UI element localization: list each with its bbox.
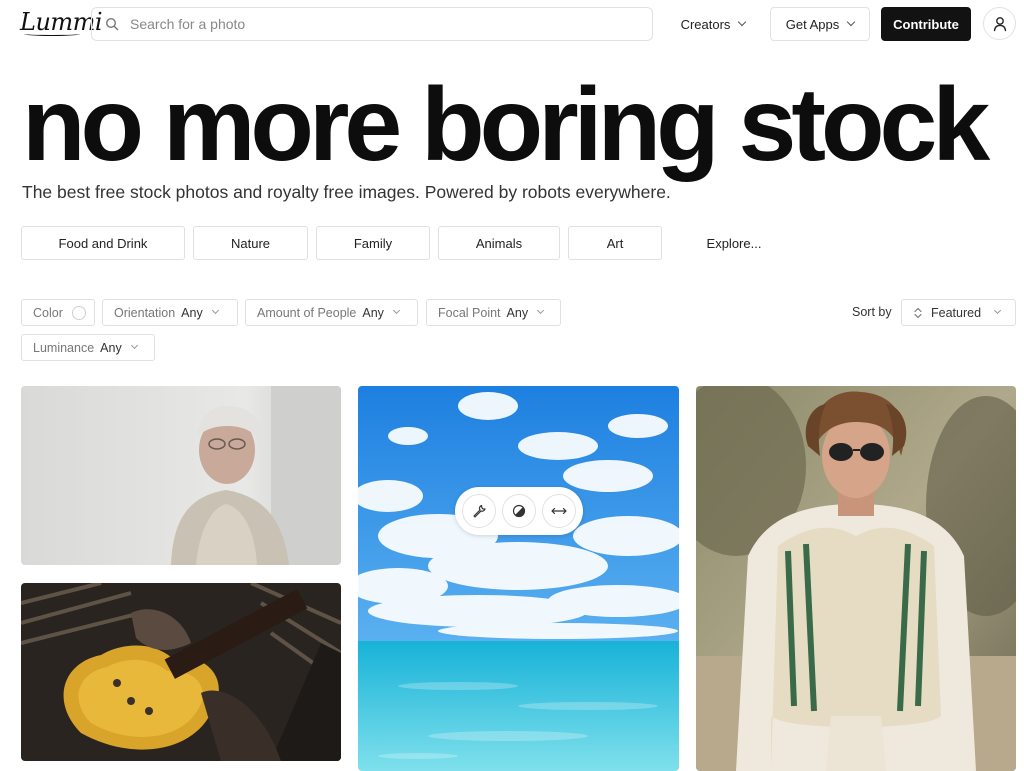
sort-by-label: Sort by	[852, 305, 892, 319]
photo-guitar	[21, 583, 341, 761]
adjust-tool-button[interactable]	[502, 494, 536, 528]
resize-tool-button[interactable]	[542, 494, 576, 528]
category-food-and-drink[interactable]: Food and Drink	[21, 226, 185, 260]
creators-dropdown[interactable]: Creators	[668, 7, 758, 41]
wrench-icon	[473, 504, 486, 518]
color-filter-label: Color	[33, 305, 63, 320]
luminance-label: Luminance	[33, 340, 95, 355]
hero-subtitle: The best free stock photos and royalty f…	[22, 182, 671, 202]
creators-label: Creators	[680, 16, 731, 32]
sort-value: Featured	[931, 305, 982, 320]
people-filter[interactable]: Amount of People Any	[245, 299, 418, 326]
logo-swash	[24, 32, 80, 36]
sort-updown-icon	[914, 307, 922, 318]
category-art[interactable]: Art	[568, 226, 662, 260]
get-apps-dropdown[interactable]: Get Apps	[770, 7, 870, 41]
chevron-down-icon	[537, 306, 545, 315]
photo-card-man-sunglasses[interactable]	[696, 386, 1016, 771]
contrast-icon	[512, 504, 526, 518]
focal-point-filter[interactable]: Focal Point Any	[426, 299, 561, 326]
chevron-down-icon	[130, 341, 138, 350]
get-apps-label: Get Apps	[785, 16, 840, 32]
category-animals[interactable]: Animals	[438, 226, 560, 260]
photo-sky-sea	[358, 386, 679, 771]
color-filter[interactable]: Color	[21, 299, 95, 326]
top-header: Lummi Creators Get Apps Contribute	[0, 0, 1024, 50]
hero-title: no more boring stock	[22, 67, 990, 183]
luminance-value: Any	[100, 340, 122, 355]
luminance-filter[interactable]: Luminance Any	[21, 334, 155, 361]
explore-link[interactable]: Explore...	[672, 226, 796, 260]
chevron-down-icon	[392, 306, 400, 315]
orientation-label: Orientation	[114, 305, 176, 320]
user-account-button[interactable]	[983, 7, 1016, 40]
focal-point-label: Focal Point	[438, 305, 501, 320]
category-nature[interactable]: Nature	[193, 226, 308, 260]
people-value: Any	[362, 305, 384, 320]
color-swatch-icon	[71, 305, 86, 320]
orientation-filter[interactable]: Orientation Any	[102, 299, 238, 326]
search-bar[interactable]	[91, 7, 653, 41]
chevron-down-icon	[846, 17, 856, 27]
resize-icon	[551, 507, 567, 515]
photo-tools-toolbar	[455, 487, 583, 535]
photo-elderly-woman	[21, 386, 341, 565]
search-icon	[105, 17, 119, 31]
focal-point-value: Any	[506, 305, 529, 320]
chevron-down-icon	[993, 306, 1002, 315]
contribute-button[interactable]: Contribute	[881, 7, 971, 41]
people-label: Amount of People	[257, 305, 357, 320]
chevron-down-icon	[211, 306, 219, 315]
user-icon	[993, 17, 1007, 32]
photo-man-sunglasses	[696, 386, 1016, 771]
search-input[interactable]	[130, 8, 630, 40]
photo-card-guitar[interactable]	[21, 583, 341, 761]
edit-tool-button[interactable]	[462, 494, 496, 528]
sort-dropdown[interactable]: Featured	[901, 299, 1016, 326]
photo-card-elderly-woman[interactable]	[21, 386, 341, 565]
category-family[interactable]: Family	[316, 226, 430, 260]
chevron-down-icon	[738, 17, 747, 27]
photo-card-sky-sea[interactable]	[358, 386, 679, 771]
orientation-value: Any	[181, 305, 203, 320]
